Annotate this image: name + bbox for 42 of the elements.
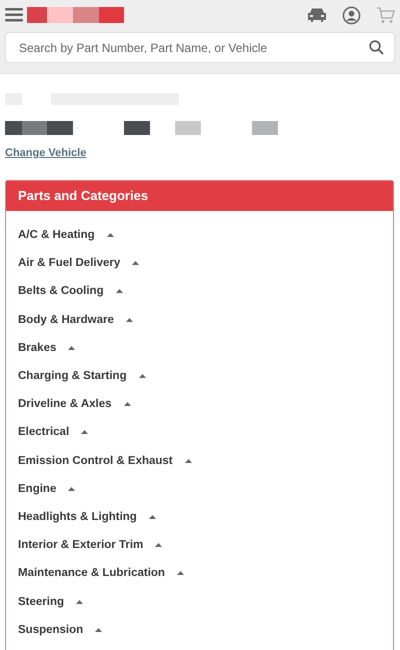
caret-icon [81,430,88,434]
category-item[interactable]: Suspension [18,616,381,644]
category-item[interactable]: Charging & Starting [18,362,381,390]
caret-icon [68,346,76,350]
category-item[interactable]: Air & Fuel Delivery [18,249,381,278]
redacted-block [175,121,201,135]
category-item[interactable]: Steering [18,587,381,616]
caret-icon [106,233,114,238]
caret-icon [138,374,146,378]
caret-icon [155,543,162,548]
car-icon[interactable] [307,7,327,23]
account-icon[interactable] [342,6,361,24]
panel-title: Parts and Categories [6,181,393,211]
caret-icon [124,402,131,406]
caret-icon [184,458,192,463]
category-item[interactable]: A/C & Heating [18,221,381,250]
menu-icon[interactable] [5,8,23,22]
caret-icon [95,628,102,632]
caret-icon [68,486,76,491]
category-item[interactable]: Headlights & Lighting [18,502,381,532]
caret-icon [116,289,123,294]
category-item[interactable]: Maintenance & Lubrication [18,559,381,588]
search-field[interactable]: Search by Part Number, Part Name, or Vehicle [5,32,395,63]
category-item[interactable]: Body & Hardware [18,306,381,334]
redacted-block [252,121,278,135]
logo[interactable] [27,7,124,23]
caret-icon [176,571,184,576]
caret-icon [126,318,133,322]
redacted-block [124,121,150,135]
search-icon[interactable] [369,40,384,55]
change-vehicle-link[interactable]: Change Vehicle [5,147,86,159]
category-item[interactable]: Emission Control & Exhaust [18,446,381,475]
redacted-block [5,121,73,135]
caret-icon [132,261,140,266]
category-item[interactable]: Belts & Cooling [18,277,381,306]
category-item[interactable]: Electrical [18,418,381,446]
caret-icon [76,600,84,604]
category-item[interactable]: Driveline & Axles [18,390,381,418]
caret-icon [148,514,156,519]
category-item[interactable]: Brakes [18,334,381,362]
category-item[interactable]: Engine [18,474,381,503]
category-item[interactable]: Interior & Exterior Trim [18,531,381,560]
